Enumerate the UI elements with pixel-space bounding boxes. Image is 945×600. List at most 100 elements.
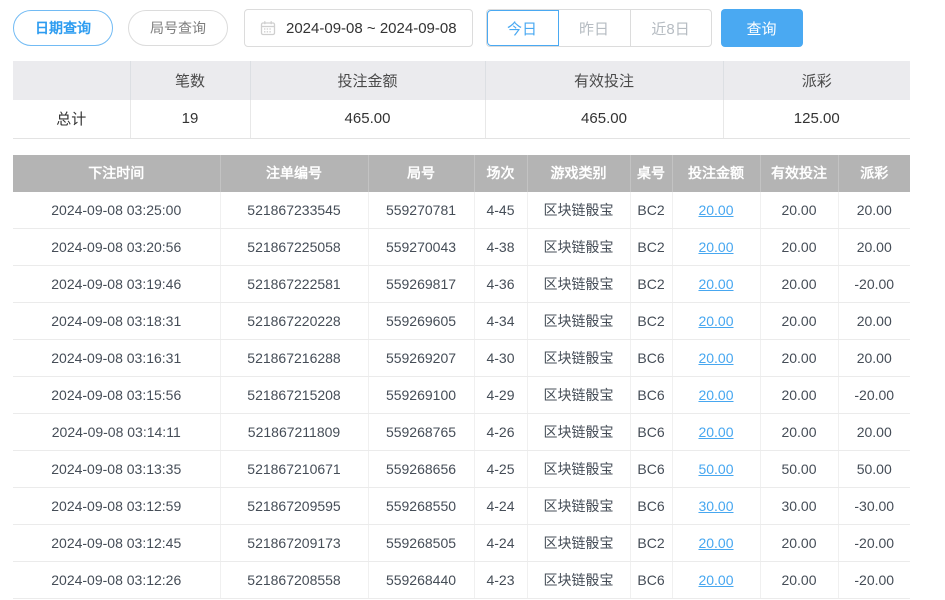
bet-time: 2024-09-08 03:12:45 xyxy=(13,525,220,562)
summary-header-valid-bet: 有效投注 xyxy=(485,61,723,100)
payout: -30.00 xyxy=(838,488,910,525)
valid-bet: 20.00 xyxy=(760,562,838,599)
summary-header-row: 笔数 投注金额 有效投注 派彩 xyxy=(13,61,910,100)
valid-bet: 20.00 xyxy=(760,303,838,340)
search-button[interactable]: 查询 xyxy=(721,9,803,47)
round-no: 559268505 xyxy=(368,525,474,562)
session: 4-36 xyxy=(474,266,527,303)
payout: 20.00 xyxy=(838,340,910,377)
bet-id: 521867208558 xyxy=(220,562,368,599)
session: 4-30 xyxy=(474,340,527,377)
valid-bet: 30.00 xyxy=(760,488,838,525)
bet-amount-cell: 20.00 xyxy=(672,192,760,229)
table-row: 2024-09-08 03:12:26 521867208558 5592684… xyxy=(13,562,910,599)
round-query-tab[interactable]: 局号查询 xyxy=(128,10,228,46)
bet-time: 2024-09-08 03:13:35 xyxy=(13,451,220,488)
game-type: 区块链骰宝 xyxy=(527,525,630,562)
bet-time: 2024-09-08 03:14:11 xyxy=(13,414,220,451)
table-row: 2024-09-08 03:12:45 521867209173 5592685… xyxy=(13,525,910,562)
round-no: 559269100 xyxy=(368,377,474,414)
header-round-no: 局号 xyxy=(368,155,474,192)
payout: -20.00 xyxy=(838,562,910,599)
bet-time: 2024-09-08 03:16:31 xyxy=(13,340,220,377)
bet-amount-link[interactable]: 20.00 xyxy=(698,387,733,403)
header-table-no: 桌号 xyxy=(630,155,672,192)
bet-id: 521867216288 xyxy=(220,340,368,377)
table-no: BC2 xyxy=(630,266,672,303)
table-no: BC2 xyxy=(630,229,672,266)
summary-total-label: 总计 xyxy=(13,100,130,138)
table-no: BC2 xyxy=(630,192,672,229)
bet-time: 2024-09-08 03:20:56 xyxy=(13,229,220,266)
session: 4-24 xyxy=(474,488,527,525)
bet-amount-link[interactable]: 20.00 xyxy=(698,350,733,366)
bet-amount-link[interactable]: 50.00 xyxy=(698,461,733,477)
bet-amount-link[interactable]: 30.00 xyxy=(698,498,733,514)
calendar-icon xyxy=(260,20,276,36)
bet-amount-link[interactable]: 20.00 xyxy=(698,572,733,588)
bets-table-body: 2024-09-08 03:25:00 521867233545 5592707… xyxy=(13,192,910,599)
round-no: 559268440 xyxy=(368,562,474,599)
bet-amount-link[interactable]: 20.00 xyxy=(698,276,733,292)
bet-id: 521867225058 xyxy=(220,229,368,266)
bet-amount-link[interactable]: 20.00 xyxy=(698,313,733,329)
bet-id: 521867220228 xyxy=(220,303,368,340)
payout: 20.00 xyxy=(838,414,910,451)
today-button[interactable]: 今日 xyxy=(487,10,559,46)
bet-time: 2024-09-08 03:18:31 xyxy=(13,303,220,340)
game-type: 区块链骰宝 xyxy=(527,451,630,488)
table-row: 2024-09-08 03:19:46 521867222581 5592698… xyxy=(13,266,910,303)
bet-amount-cell: 20.00 xyxy=(672,562,760,599)
header-payout: 派彩 xyxy=(838,155,910,192)
valid-bet: 20.00 xyxy=(760,525,838,562)
bet-amount-cell: 20.00 xyxy=(672,229,760,266)
bet-time: 2024-09-08 03:19:46 xyxy=(13,266,220,303)
round-no: 559270043 xyxy=(368,229,474,266)
summary-header-payout: 派彩 xyxy=(723,61,910,100)
bet-amount-link[interactable]: 20.00 xyxy=(698,239,733,255)
game-type: 区块链骰宝 xyxy=(527,488,630,525)
summary-header-count: 笔数 xyxy=(130,61,250,100)
table-row: 2024-09-08 03:12:59 521867209595 5592685… xyxy=(13,488,910,525)
bets-header-row: 下注时间 注单编号 局号 场次 游戏类别 桌号 投注金额 有效投注 派彩 xyxy=(13,155,910,192)
payout: 20.00 xyxy=(838,229,910,266)
bet-id: 521867211809 xyxy=(220,414,368,451)
bet-amount-link[interactable]: 20.00 xyxy=(698,202,733,218)
table-row: 2024-09-08 03:14:11 521867211809 5592687… xyxy=(13,414,910,451)
header-game-type: 游戏类别 xyxy=(527,155,630,192)
summary-bet-amount: 465.00 xyxy=(250,100,485,138)
table-no: BC6 xyxy=(630,488,672,525)
table-no: BC6 xyxy=(630,340,672,377)
table-no: BC2 xyxy=(630,303,672,340)
date-range-input[interactable]: 2024-09-08 ~ 2024-09-08 xyxy=(244,9,473,47)
date-query-tab[interactable]: 日期查询 xyxy=(13,10,113,46)
session: 4-25 xyxy=(474,451,527,488)
round-no: 559268656 xyxy=(368,451,474,488)
summary-valid-bet: 465.00 xyxy=(485,100,723,138)
yesterday-button[interactable]: 昨日 xyxy=(559,10,631,46)
table-row: 2024-09-08 03:13:35 521867210671 5592686… xyxy=(13,451,910,488)
valid-bet: 20.00 xyxy=(760,229,838,266)
game-type: 区块链骰宝 xyxy=(527,340,630,377)
bet-amount-link[interactable]: 20.00 xyxy=(698,424,733,440)
date-range-value: 2024-09-08 ~ 2024-09-08 xyxy=(286,20,457,37)
bet-amount-cell: 20.00 xyxy=(672,414,760,451)
summary-total-row: 总计 19 465.00 465.00 125.00 xyxy=(13,100,910,138)
table-no: BC6 xyxy=(630,451,672,488)
bet-time: 2024-09-08 03:25:00 xyxy=(13,192,220,229)
valid-bet: 20.00 xyxy=(760,340,838,377)
header-valid-bet: 有效投注 xyxy=(760,155,838,192)
bet-amount-cell: 20.00 xyxy=(672,303,760,340)
bet-time: 2024-09-08 03:12:59 xyxy=(13,488,220,525)
summary-header-bet-amount: 投注金额 xyxy=(250,61,485,100)
last-8-days-button[interactable]: 近8日 xyxy=(631,10,711,46)
game-type: 区块链骰宝 xyxy=(527,229,630,266)
bet-time: 2024-09-08 03:15:56 xyxy=(13,377,220,414)
bet-amount-link[interactable]: 20.00 xyxy=(698,535,733,551)
table-row: 2024-09-08 03:15:56 521867215208 5592691… xyxy=(13,377,910,414)
session: 4-26 xyxy=(474,414,527,451)
bet-amount-cell: 20.00 xyxy=(672,340,760,377)
session: 4-38 xyxy=(474,229,527,266)
bet-id: 521867233545 xyxy=(220,192,368,229)
session: 4-45 xyxy=(474,192,527,229)
